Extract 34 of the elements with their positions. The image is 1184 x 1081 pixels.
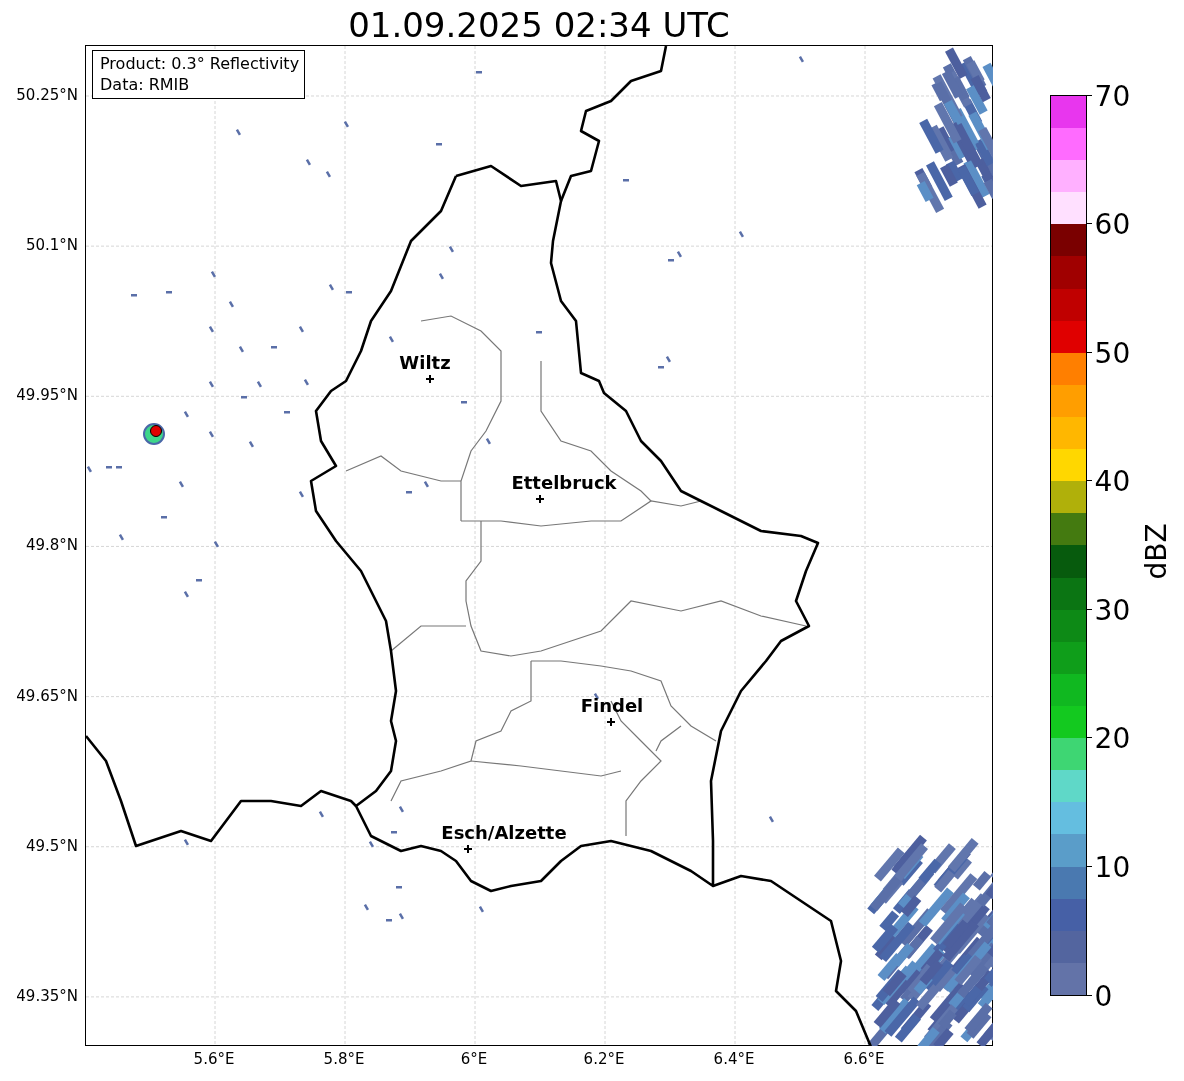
colorbar-tick-label: 50	[1094, 336, 1131, 370]
radar-site-icon	[143, 423, 165, 445]
city-label: Findel	[580, 695, 644, 716]
longitude-label: 6°E	[460, 1050, 488, 1068]
latitude-label: 50.1°N	[25, 236, 78, 255]
longitude-label: 6.4°E	[713, 1050, 755, 1068]
colorbar-tick-label: 60	[1094, 207, 1131, 241]
chart-title: 01.09.2025 02:34 UTC	[347, 3, 731, 45]
latitude-label: 49.35°N	[16, 986, 78, 1005]
colorbar-tick-label: 30	[1094, 593, 1131, 627]
city-marker-icon	[535, 494, 545, 504]
latitude-label: 49.65°N	[16, 686, 78, 705]
colorbar-tick-label: 40	[1094, 464, 1131, 498]
city-marker-icon	[425, 374, 435, 384]
city-marker-icon	[463, 844, 473, 854]
longitude-label: 6.2°E	[583, 1050, 625, 1068]
colorbar-tick-label: 70	[1094, 79, 1131, 112]
longitude-label: 6.6°E	[843, 1050, 885, 1068]
colorbar-tick-label: 10	[1094, 850, 1131, 884]
city-label: Wiltz	[399, 352, 451, 373]
latitude-label: 49.95°N	[16, 386, 78, 405]
colorbar-tick-label: 20	[1094, 721, 1131, 755]
colorbar-tick-label: 0	[1094, 979, 1113, 1012]
legend-line: Data: RMIB	[100, 74, 191, 95]
latitude-label: 49.5°N	[25, 836, 78, 855]
city-label: Esch/Alzette	[441, 822, 567, 843]
city-marker-icon	[606, 717, 616, 727]
city-label: Ettelbruck	[511, 472, 617, 493]
longitude-label: 5.8°E	[323, 1050, 365, 1068]
latitude-label: 49.8°N	[25, 536, 78, 555]
longitude-label: 5.6°E	[193, 1050, 235, 1068]
latitude-label: 50.25°N	[16, 86, 78, 104]
colorbar-label: dBZ	[1139, 523, 1173, 580]
legend-line: Product: 0.3° Reflectivity	[100, 53, 300, 74]
